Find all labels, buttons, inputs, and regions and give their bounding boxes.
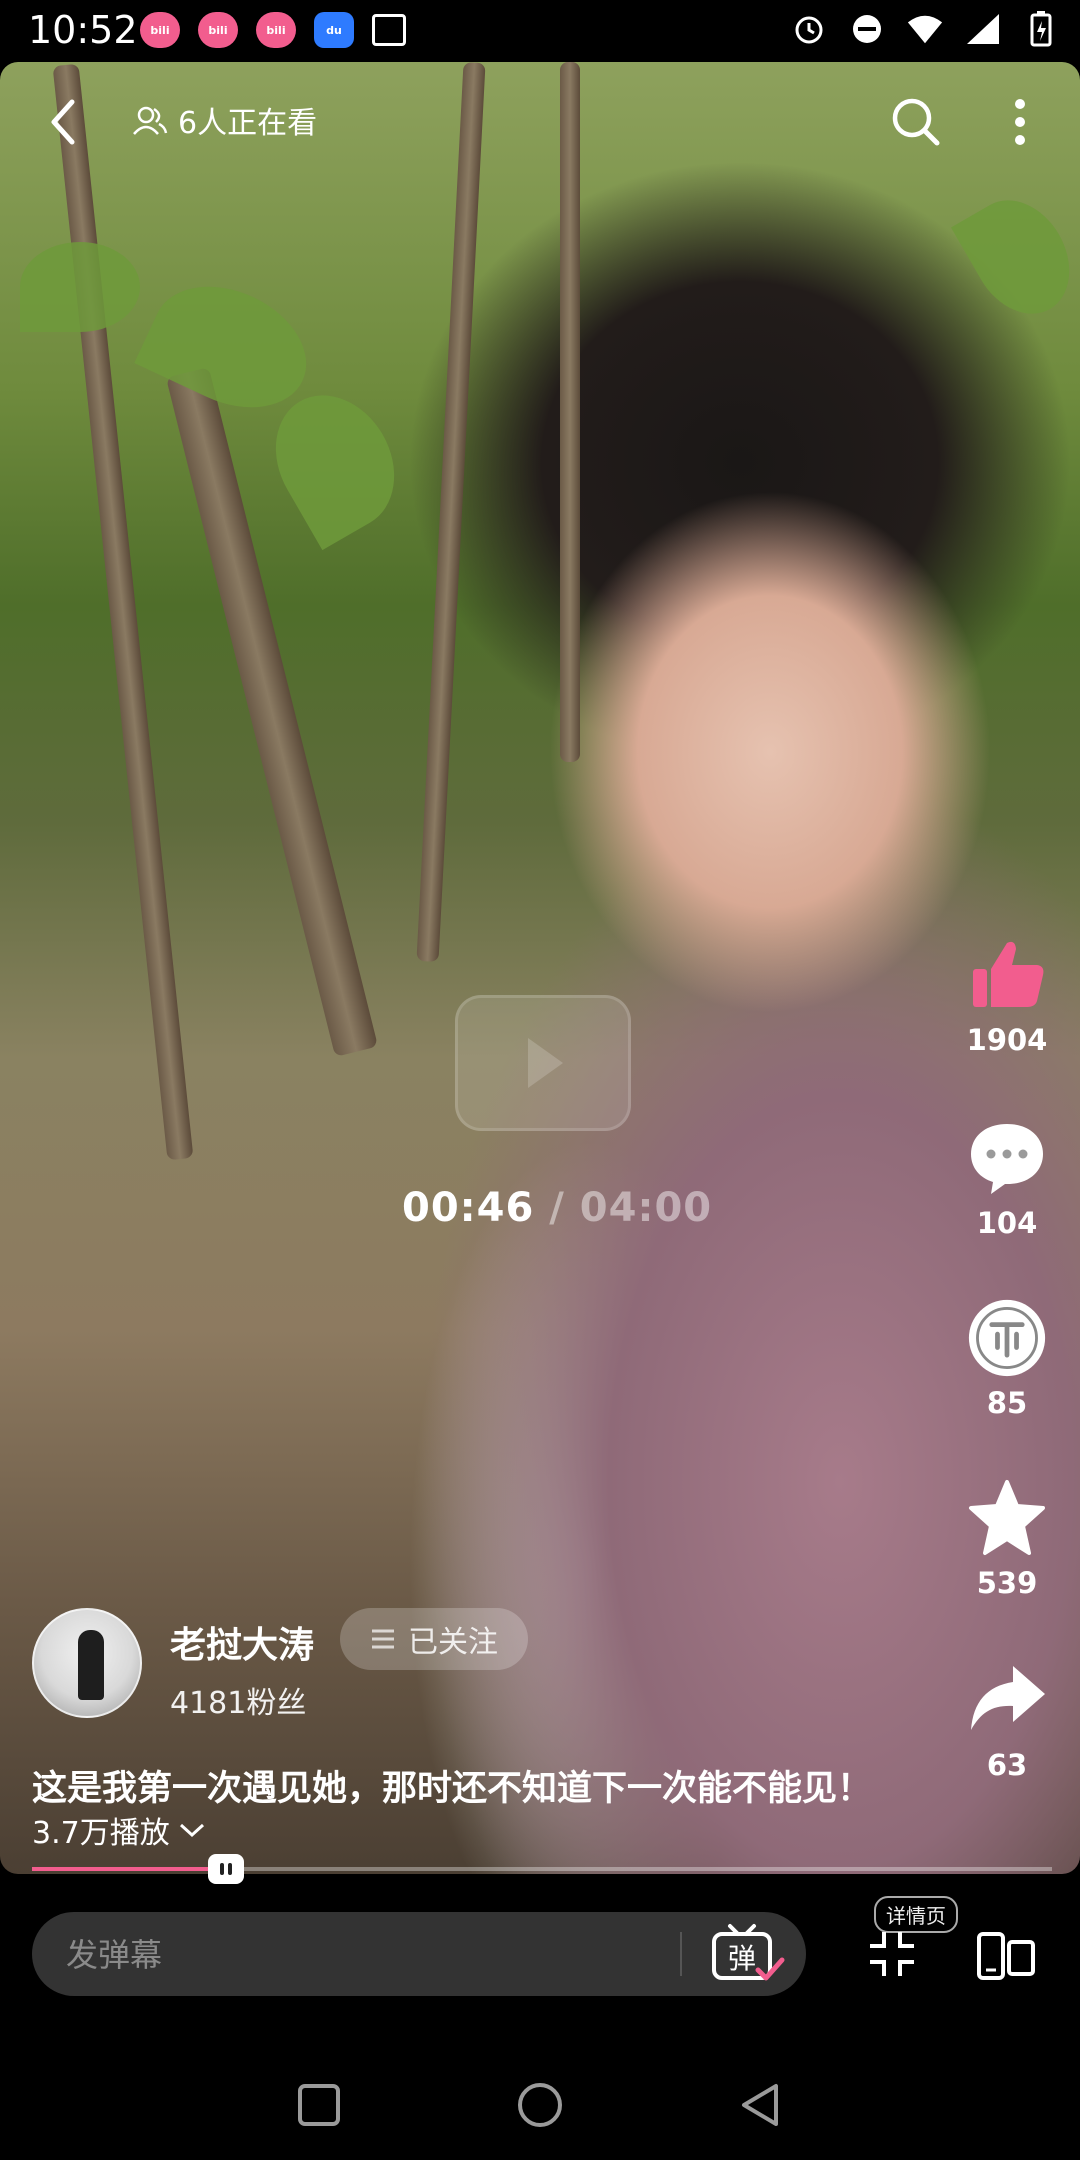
timecode: 00:46 / 04:00 [402, 1185, 712, 1231]
danmaku-tv-icon: 弹 [712, 1924, 785, 1981]
leaf [951, 182, 1080, 332]
thumbs-up-icon [973, 941, 1044, 1007]
video-player[interactable] [0, 62, 1080, 1874]
bilibili-notification-icon: bili [256, 12, 296, 48]
danmaku-toggle-label: 弹 [728, 1942, 756, 1975]
favorite-count: 539 [976, 1566, 1038, 1600]
image-notification-icon [372, 14, 406, 46]
coin-button[interactable]: 85 [960, 1298, 1054, 1420]
battery-icon [1022, 10, 1060, 48]
share-button[interactable]: 63 [960, 1660, 1054, 1782]
system-icons [790, 10, 1060, 48]
collapse-icon [870, 1932, 914, 1976]
viewer-count-label: 6人正在看 [178, 106, 318, 141]
current-time: 00:46 [402, 1185, 535, 1231]
search-button[interactable] [888, 94, 942, 148]
search-icon [892, 98, 940, 146]
bilibili-notification-icon: bili [140, 12, 180, 48]
tree-trunk [560, 62, 580, 762]
exit-fullscreen-button[interactable] [866, 1928, 918, 1980]
navigation-bar [0, 2050, 1080, 2160]
progress-fill [32, 1867, 226, 1871]
more-options-button[interactable] [1000, 94, 1040, 150]
like-button[interactable]: 1904 [960, 935, 1054, 1057]
signal-icon [964, 10, 1002, 48]
back-arrow-icon [51, 99, 75, 145]
status-time: 10:52 [28, 8, 138, 52]
favorite-button[interactable]: 539 [960, 1478, 1054, 1600]
back-button[interactable] [40, 92, 88, 152]
notification-icons: bili bili bili du [140, 12, 406, 48]
star-icon [969, 1480, 1045, 1555]
do-not-disturb-icon [848, 10, 886, 48]
follow-label: 已关注 [408, 1625, 498, 1660]
fans-count: 4181粉丝 [170, 1686, 307, 1721]
alarm-icon [790, 10, 828, 48]
layout-switch-icon [977, 1932, 1035, 1980]
comment-count: 104 [976, 1206, 1038, 1240]
comment-icon [971, 1124, 1043, 1194]
play-pause-overlay[interactable] [455, 995, 631, 1131]
tree-trunk [52, 63, 194, 1161]
author-avatar[interactable] [32, 1608, 142, 1718]
time-separator: / [534, 1185, 580, 1231]
video-caption[interactable]: 这是我第一次遇见她，那时还不知道下一次能不能见！ [32, 1760, 872, 1811]
people-icon [133, 106, 168, 135]
viewer-count: 6人正在看 [132, 98, 317, 142]
author-name[interactable]: 老挝大涛 [170, 1616, 314, 1668]
bilibili-notification-icon: bili [198, 12, 238, 48]
comment-button[interactable]: 104 [960, 1118, 1054, 1240]
status-bar: 10:52 bili bili bili du [0, 0, 1080, 62]
danmaku-input-container: 弹 [32, 1912, 806, 1996]
system-back-button[interactable] [736, 2078, 790, 2132]
follow-button[interactable]: 已关注 [340, 1608, 528, 1670]
progress-bar[interactable] [32, 1854, 1052, 1884]
avatar-figure [78, 1630, 104, 1700]
play-count-label: 3.7万播放 [32, 1816, 170, 1851]
chevron-down-icon [179, 1823, 204, 1838]
recents-button[interactable] [292, 2078, 346, 2132]
progress-thumb[interactable] [207, 1854, 244, 1884]
triangle-back-icon [742, 2084, 778, 2126]
du-notification-icon: du [314, 12, 354, 48]
coin-count: 85 [986, 1386, 1028, 1420]
wifi-icon [906, 10, 944, 48]
home-button[interactable] [513, 2078, 567, 2132]
share-icon [971, 1666, 1045, 1730]
coin-icon [968, 1299, 1046, 1377]
square-icon [298, 2084, 340, 2126]
danmaku-toggle-button[interactable]: 弹 [708, 1922, 788, 1986]
tree-trunk [416, 62, 486, 962]
more-vertical-icon [1015, 99, 1025, 145]
share-count: 63 [986, 1748, 1028, 1782]
menu-lines-icon [372, 1629, 394, 1649]
divider [680, 1932, 682, 1976]
like-count: 1904 [966, 1023, 1048, 1057]
play-icon [528, 1038, 563, 1088]
screen-layout-button[interactable] [976, 1930, 1036, 1982]
circle-icon [518, 2083, 562, 2127]
danmaku-input[interactable] [64, 1926, 668, 1984]
total-time: 04:00 [579, 1185, 713, 1231]
play-count[interactable]: 3.7万播放 [32, 1808, 206, 1852]
leaf [20, 242, 140, 332]
